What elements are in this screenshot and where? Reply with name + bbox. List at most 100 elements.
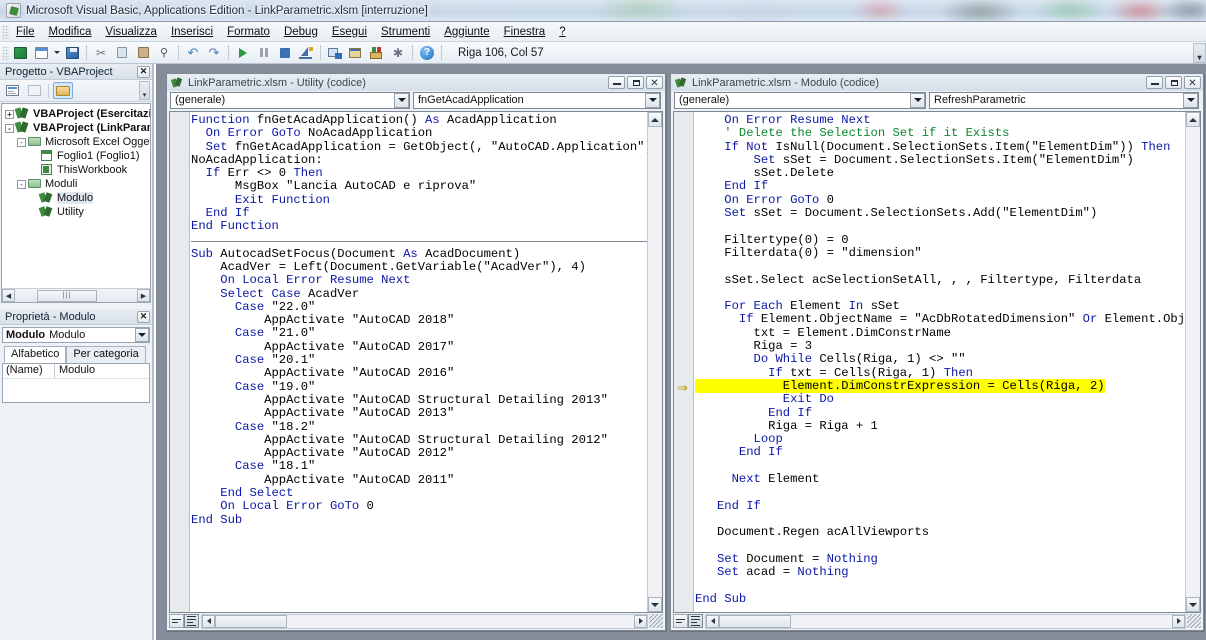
toolbox-icon[interactable]: ✱	[388, 43, 408, 62]
redo-icon[interactable]: ↷	[204, 43, 224, 62]
code-line[interactable]: Do While Cells(Riga, 1) <> ""	[695, 353, 1200, 367]
tree-item-utility[interactable]: Utility	[5, 205, 150, 219]
code-editor-area-left[interactable]: Function fnGetAcadApplication() As AcadA…	[169, 111, 663, 613]
code-line[interactable]: Function fnGetAcadApplication() As AcadA…	[191, 113, 662, 127]
view-code-icon[interactable]	[2, 82, 22, 99]
toolbar-overflow-button[interactable]: ▾	[1193, 42, 1206, 63]
properties-grid[interactable]: (Name) Modulo	[2, 363, 150, 403]
toolbar-grip[interactable]	[2, 45, 9, 60]
tree-item-foglio1-foglio1[interactable]: Foglio1 (Foglio1)	[5, 149, 150, 163]
code-line[interactable]: End Select	[191, 486, 662, 500]
menubar-grip[interactable]	[2, 24, 9, 39]
minimize-icon[interactable]	[608, 76, 625, 89]
code-vscrollbar-right[interactable]	[1185, 112, 1200, 612]
scroll-right-icon[interactable]	[1172, 614, 1185, 628]
tab-alfabetico[interactable]: Alfabetico	[4, 346, 67, 363]
full-module-view-icon[interactable]	[184, 614, 199, 628]
code-line[interactable]: Loop	[695, 432, 1200, 446]
close-icon[interactable]: ✕	[137, 65, 150, 78]
scroll-left-icon[interactable]	[202, 614, 215, 628]
code-line[interactable]: Set sSet = Document.SelectionSets.Item("…	[695, 153, 1200, 167]
code-line[interactable]: ' Delete the Selection Set if it Exists	[695, 127, 1200, 140]
resize-grip[interactable]	[649, 614, 663, 628]
menu-inserisci[interactable]: Inserisci	[164, 24, 220, 40]
table-row[interactable]: (Name) Modulo	[3, 364, 149, 379]
menu-modifica[interactable]: Modifica	[42, 24, 99, 40]
code-line[interactable]: sSet.Delete	[695, 166, 1200, 180]
code-line[interactable]: If Not IsNull(Document.SelectionSets.Ite…	[695, 140, 1200, 154]
toggle-folders-icon[interactable]	[53, 82, 73, 99]
code-line[interactable]	[695, 540, 1200, 553]
code-line[interactable]: For Each Element In sSet	[695, 299, 1200, 313]
highlighted-code-line[interactable]: Element.DimConstrExpression = Cells(Riga…	[695, 378, 1200, 393]
code-line[interactable]: Case "18.2"	[191, 420, 662, 434]
save-icon[interactable]	[62, 43, 82, 62]
code-text-left[interactable]: Function fnGetAcadApplication() As AcadA…	[191, 112, 662, 612]
tree-item-microsoft-excel-oggetti[interactable]: - Microsoft Excel Oggetti	[5, 135, 150, 149]
code-line[interactable]: txt = Element.DimConstrName	[695, 326, 1200, 340]
code-line[interactable]: On Error GoTo 0	[695, 193, 1200, 207]
code-line[interactable]: Sub AutocadSetFocus(Document As AcadDocu…	[191, 247, 662, 261]
code-hscrollbar-left[interactable]	[201, 613, 648, 629]
code-hscrollbar-right[interactable]	[705, 613, 1186, 629]
code-line[interactable]: Set sSet = Document.SelectionSets.Add("E…	[695, 206, 1200, 220]
close-icon[interactable]: ✕	[137, 310, 150, 323]
code-line[interactable]	[695, 460, 1200, 473]
scroll-down-icon[interactable]	[1186, 597, 1200, 612]
resize-grip[interactable]	[1187, 614, 1201, 628]
code-line[interactable]: AppActivate "AutoCAD 2016"	[191, 367, 662, 381]
insert-dropdown-icon[interactable]	[52, 43, 61, 62]
tree-expander[interactable]: +	[5, 109, 14, 119]
code-line[interactable]: On Error GoTo NoAcadApplication	[191, 126, 662, 140]
code-line[interactable]: Select Case AcadVer	[191, 287, 662, 301]
scroll-left-icon[interactable]	[706, 614, 719, 628]
code-line[interactable]	[695, 260, 1200, 273]
code-line[interactable]: Case "18.1"	[191, 460, 662, 474]
code-line[interactable]: On Error Resume Next	[695, 113, 1200, 127]
code-line[interactable]: AppActivate "AutoCAD 2012"	[191, 446, 662, 460]
code-line[interactable]: Exit Function	[191, 193, 662, 207]
view-object-icon[interactable]	[24, 82, 44, 99]
code-line[interactable]: If Element.ObjectName = "AcDbRotatedDime…	[695, 313, 1200, 327]
code-line[interactable]: Riga = 3	[695, 339, 1200, 353]
code-line[interactable]: Set Document = Nothing	[695, 552, 1200, 566]
insert-userform-icon[interactable]	[31, 43, 51, 62]
procedure-dropdown[interactable]: RefreshParametric	[929, 91, 1199, 109]
object-browser-icon[interactable]	[367, 43, 387, 62]
code-line[interactable]: Exit Do	[695, 393, 1200, 406]
chevron-down-icon[interactable]	[394, 92, 409, 108]
scroll-up-icon[interactable]	[648, 112, 662, 127]
tree-item-vbaproject-esercitazion[interactable]: + VBAProject (Esercitazion	[5, 107, 150, 121]
full-module-view-icon[interactable]	[688, 614, 703, 628]
tree-item-vbaproject-linkparame[interactable]: - VBAProject (LinkParame	[5, 121, 150, 135]
menu-formato[interactable]: Formato	[220, 24, 277, 40]
object-dropdown[interactable]: (generale)	[674, 91, 926, 109]
view-excel-icon[interactable]	[10, 43, 30, 62]
code-line[interactable]: AppActivate "AutoCAD 2011"	[191, 473, 662, 487]
close-icon[interactable]: ✕	[646, 76, 663, 89]
properties-object-selector[interactable]: Modulo Modulo	[2, 327, 150, 343]
menu-aggiunte[interactable]: Aggiunte	[437, 24, 496, 40]
code-line[interactable]: Set fnGetAcadApplication = GetObject(, "…	[191, 140, 662, 154]
code-line[interactable]: AppActivate "AutoCAD Structural Detailin…	[191, 433, 662, 447]
maximize-icon[interactable]	[1165, 76, 1182, 89]
find-icon[interactable]: ⚲	[154, 43, 174, 62]
tab-per-categoria[interactable]: Per categoria	[66, 346, 146, 363]
code-window-utility[interactable]: LinkParametric.xlsm - Utility (codice) ✕…	[166, 73, 666, 631]
code-line[interactable]	[695, 287, 1200, 300]
tree-item-moduli[interactable]: - Moduli	[5, 177, 150, 191]
chevron-down-icon[interactable]	[135, 328, 149, 342]
object-dropdown[interactable]: (generale)	[170, 91, 410, 109]
minimize-icon[interactable]	[1146, 76, 1163, 89]
code-line[interactable]: NoAcadApplication:	[191, 153, 662, 167]
code-window-titlebar[interactable]: LinkParametric.xlsm - Modulo (codice) ✕	[671, 74, 1203, 91]
scrollbar-thumb[interactable]	[719, 614, 791, 628]
code-window-modulo[interactable]: LinkParametric.xlsm - Modulo (codice) ✕ …	[670, 73, 1204, 631]
code-line[interactable]: Case "21.0"	[191, 327, 662, 341]
properties-window-icon[interactable]	[346, 43, 366, 62]
tree-expander[interactable]: -	[17, 137, 26, 147]
code-line[interactable]: Document.Regen acAllViewports	[695, 525, 1200, 539]
code-editor-area-right[interactable]: ⇒ On Error Resume Next ' Delete the Sele…	[673, 111, 1201, 613]
menu-visualizza[interactable]: Visualizza	[98, 24, 164, 40]
code-line[interactable]: AppActivate "AutoCAD 2013"	[191, 406, 662, 420]
